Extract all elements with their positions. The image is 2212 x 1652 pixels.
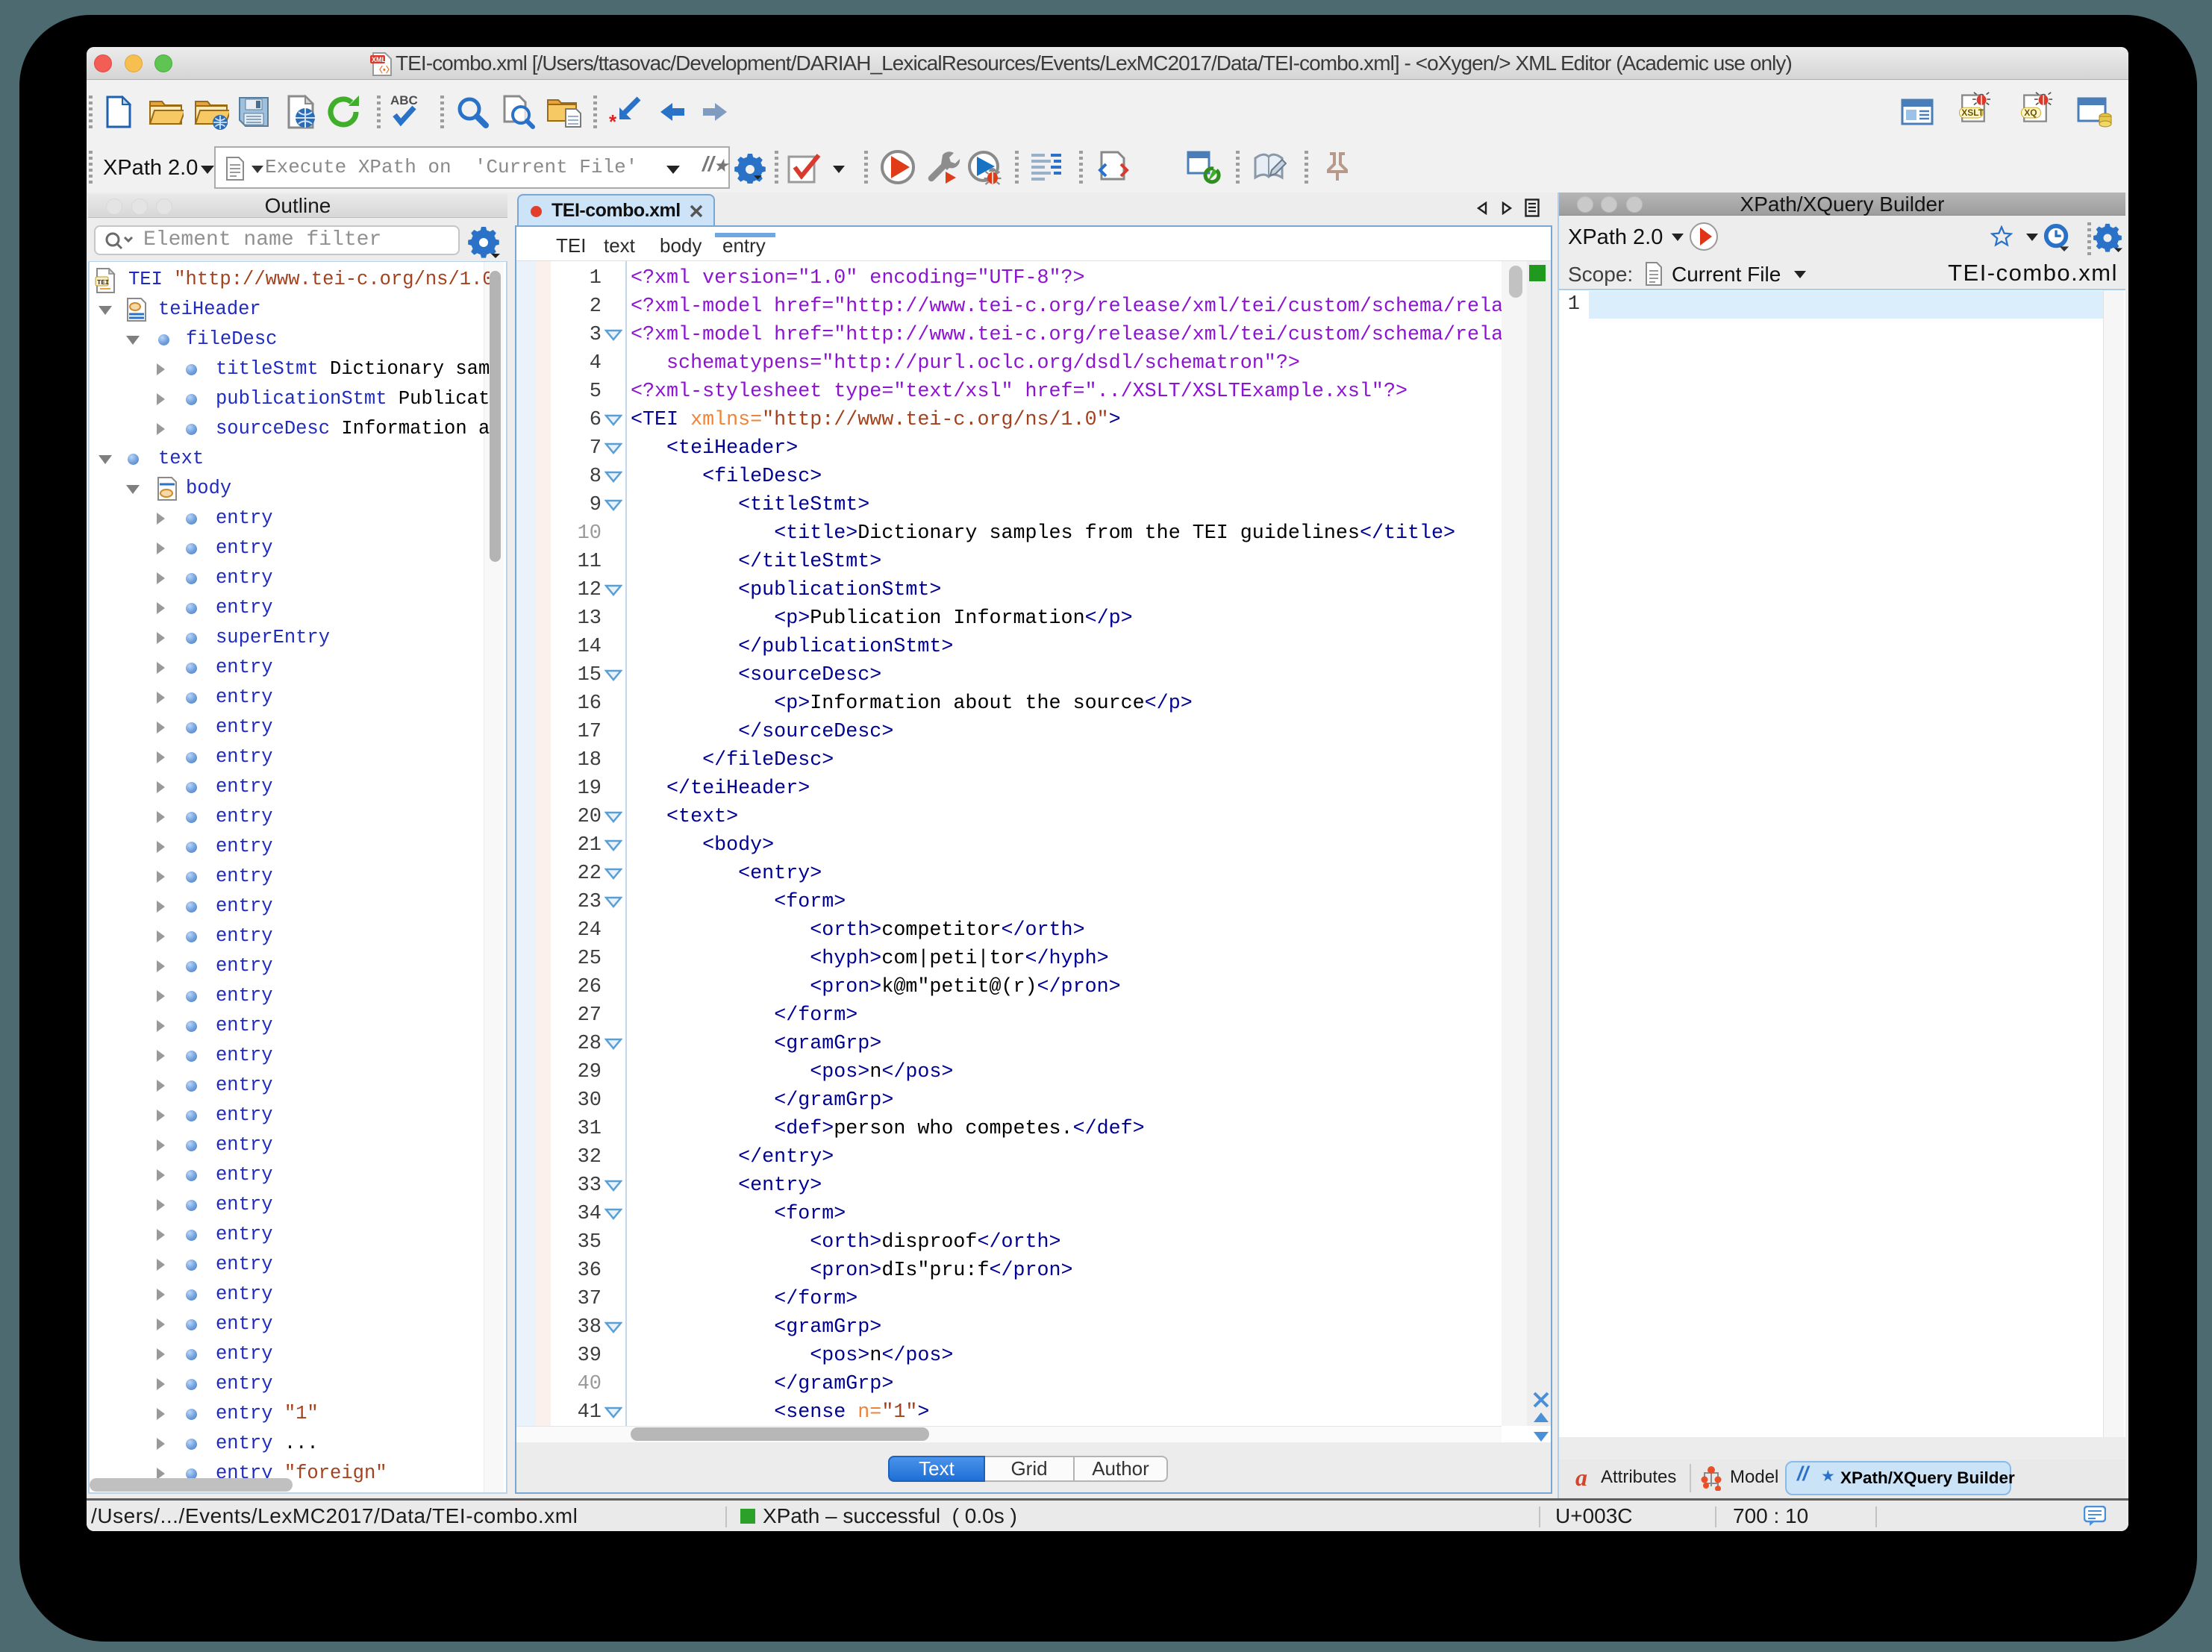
svg-text:XML: XML <box>372 56 387 63</box>
svg-text:XSLT: XSLT <box>1961 107 1984 118</box>
svg-text:XQ: XQ <box>2024 107 2037 118</box>
svg-text:ABC: ABC <box>390 93 418 107</box>
svg-text:TEI: TEI <box>97 279 109 287</box>
svg-text:〈•〉: 〈•〉 <box>375 65 393 75</box>
svg-text:*: * <box>609 110 617 130</box>
